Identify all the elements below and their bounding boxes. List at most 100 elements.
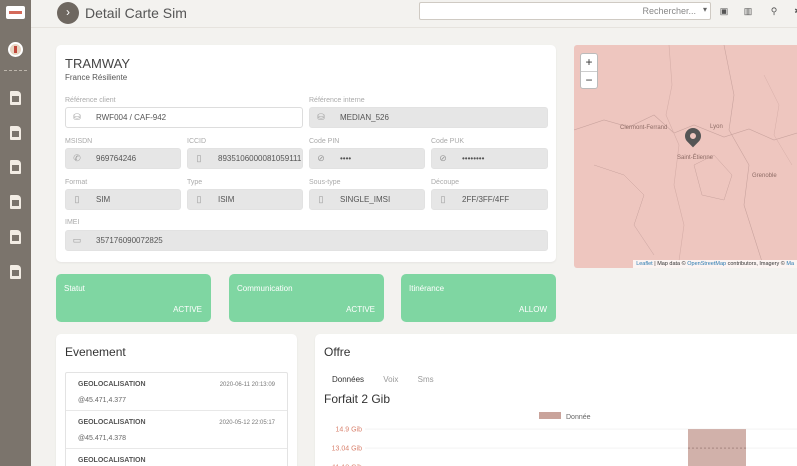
- ref-client-field[interactable]: ⛁ RWF004 / CAF-942: [65, 107, 303, 128]
- map-label: Grenoble: [752, 173, 777, 179]
- plan-name: Forfait 2 Gib: [324, 392, 391, 406]
- type-label: Type: [187, 179, 203, 186]
- map-attribution: Leaflet | Map data © OpenStreetMap contr…: [633, 260, 797, 268]
- chart-bar: [688, 429, 746, 466]
- event-title: GEOLOCALISATION: [78, 457, 146, 464]
- sim-name: TRAMWAY: [65, 56, 130, 71]
- database-icon: ⛁: [317, 112, 325, 122]
- event-coord: @45.471,4.377: [78, 397, 126, 404]
- imei-field[interactable]: ▭ 357176090072825: [65, 230, 548, 251]
- back-button[interactable]: ›: [57, 2, 79, 24]
- mapbox-link[interactable]: Ma: [786, 261, 794, 267]
- page-title: Detail Carte Sim: [85, 5, 187, 21]
- event-date: 2020-06-11 20:13:09: [219, 382, 275, 388]
- code-puk-field[interactable]: ⊘ ••••••••: [431, 148, 548, 169]
- code-pin-label: Code PIN: [309, 138, 340, 145]
- list-item[interactable]: GEOLOCALISATION: [66, 449, 287, 466]
- sidebar-divider: [4, 70, 27, 71]
- event-title: GEOLOCALISATION: [78, 381, 146, 388]
- decoupe-field[interactable]: ▯ 2FF/3FF/4FF: [431, 189, 548, 210]
- events-card: Evenement GEOLOCALISATION 2020-06-11 20:…: [56, 334, 297, 466]
- roaming-card: Itinérance ALLOW: [401, 274, 556, 322]
- sim-icon: ▯: [74, 194, 80, 204]
- usage-chart: Donnée14.9 Gib13.04 Gib11.18 Gib: [332, 412, 797, 466]
- sim-card-icon[interactable]: [10, 91, 21, 105]
- type-field[interactable]: ▯ ISIM: [187, 189, 303, 210]
- search-icon[interactable]: ⚲: [769, 6, 779, 16]
- zoom-out-button[interactable]: −: [581, 71, 597, 88]
- eye-slash-icon[interactable]: ⊘: [432, 149, 454, 168]
- format-field[interactable]: ▯ SIM: [65, 189, 181, 210]
- iccid-field[interactable]: ▯ 8935106000081059111: [187, 148, 303, 169]
- zoom-control: + −: [580, 53, 598, 89]
- map-label: Lyon: [710, 124, 723, 130]
- sidebar: [0, 0, 31, 466]
- top-bar: › Detail Carte Sim Rechercher... ▣ ▥ ⚲ ✱: [31, 0, 797, 28]
- event-date: 2020-05-12 22:05:17: [219, 420, 275, 426]
- sim-card-icon[interactable]: [10, 195, 21, 209]
- app-logo-icon[interactable]: [6, 6, 25, 19]
- tab-sms[interactable]: Sms: [418, 375, 434, 384]
- tab-donnees[interactable]: Données: [332, 375, 364, 384]
- sim-card-icon[interactable]: [10, 230, 21, 244]
- eye-slash-icon[interactable]: ⊘: [310, 149, 332, 168]
- ref-interne-field[interactable]: ⛁ MEDIAN_526: [309, 107, 548, 128]
- offer-title: Offre: [324, 345, 351, 359]
- tab-voix[interactable]: Voix: [383, 375, 398, 384]
- event-coord: @45.471,4.378: [78, 435, 126, 442]
- legend-swatch: [539, 412, 561, 419]
- offer-tabs: Données Voix Sms: [332, 375, 451, 384]
- sim-card-icon[interactable]: [10, 126, 21, 140]
- phone-icon: ✆: [73, 153, 81, 163]
- zoom-in-button[interactable]: +: [581, 54, 597, 71]
- events-title: Evenement: [65, 345, 126, 359]
- code-puk-label: Code PUK: [431, 138, 465, 145]
- sim-detail-card: TRAMWAY France Résiliente Référence clie…: [56, 45, 556, 262]
- roaming-value: ALLOW: [518, 305, 547, 314]
- status-label: Statut: [64, 284, 85, 293]
- sim-icon: ▯: [318, 194, 324, 204]
- map-label: Saint-Étienne: [677, 155, 714, 161]
- status-value: ACTIVE: [173, 305, 202, 314]
- sim-icon: ▯: [196, 153, 202, 163]
- sim-icon: ▯: [440, 194, 446, 204]
- sous-type-label: Sous-type: [309, 179, 341, 186]
- search-input[interactable]: Rechercher...: [419, 2, 711, 20]
- offer-card: Offre Données Voix Sms Forfait 2 Gib Don…: [315, 334, 797, 466]
- bar-chart-icon[interactable]: ▥: [743, 6, 753, 16]
- decoupe-label: Découpe: [431, 179, 460, 186]
- location-map[interactable]: + − Clermont-Ferrand Lyon Saint-Étienne …: [574, 45, 797, 268]
- osm-link[interactable]: OpenStreetMap: [687, 261, 726, 267]
- ref-interne-label: Référence interne: [309, 97, 365, 104]
- sim-card-icon[interactable]: [10, 265, 21, 279]
- legend-label: Donnée: [566, 414, 591, 421]
- communication-card: Communication ACTIVE: [229, 274, 384, 322]
- leaflet-link[interactable]: Leaflet: [636, 261, 653, 267]
- device-icon: ▭: [72, 235, 82, 245]
- sim-icon: ▯: [196, 194, 202, 204]
- y-tick-label: 13.04 Gib: [332, 446, 362, 453]
- sim-card-icon[interactable]: [10, 160, 21, 174]
- code-pin-field[interactable]: ⊘ ••••: [309, 148, 425, 169]
- communication-label: Communication: [237, 284, 293, 293]
- list-item[interactable]: GEOLOCALISATION 2020-06-11 20:13:09 @45.…: [66, 373, 287, 411]
- status-card: Statut ACTIVE: [56, 274, 211, 322]
- settings-icon[interactable]: ✱: [793, 6, 797, 16]
- event-title: GEOLOCALISATION: [78, 419, 146, 426]
- iccid-label: ICCID: [187, 138, 207, 145]
- communication-value: ACTIVE: [346, 305, 375, 314]
- sim-settings-icon[interactable]: ▣: [719, 6, 729, 16]
- database-icon: ⛁: [73, 112, 81, 122]
- sous-type-field[interactable]: ▯ SINGLE_IMSI: [309, 189, 425, 210]
- imei-label: IMEI: [65, 219, 80, 226]
- list-item[interactable]: GEOLOCALISATION 2020-05-12 22:05:17 @45.…: [66, 411, 287, 449]
- ref-client-label: Référence client: [65, 97, 116, 104]
- roaming-label: Itinérance: [409, 284, 445, 293]
- msisdn-field[interactable]: ✆ 969764246: [65, 148, 181, 169]
- msisdn-label: MSISDN: [65, 138, 93, 145]
- compass-icon[interactable]: [8, 42, 23, 57]
- events-list: GEOLOCALISATION 2020-06-11 20:13:09 @45.…: [65, 372, 288, 466]
- chevron-right-icon: ›: [66, 5, 70, 19]
- sim-company: France Résiliente: [65, 73, 128, 82]
- y-tick-label: 14.9 Gib: [336, 427, 363, 434]
